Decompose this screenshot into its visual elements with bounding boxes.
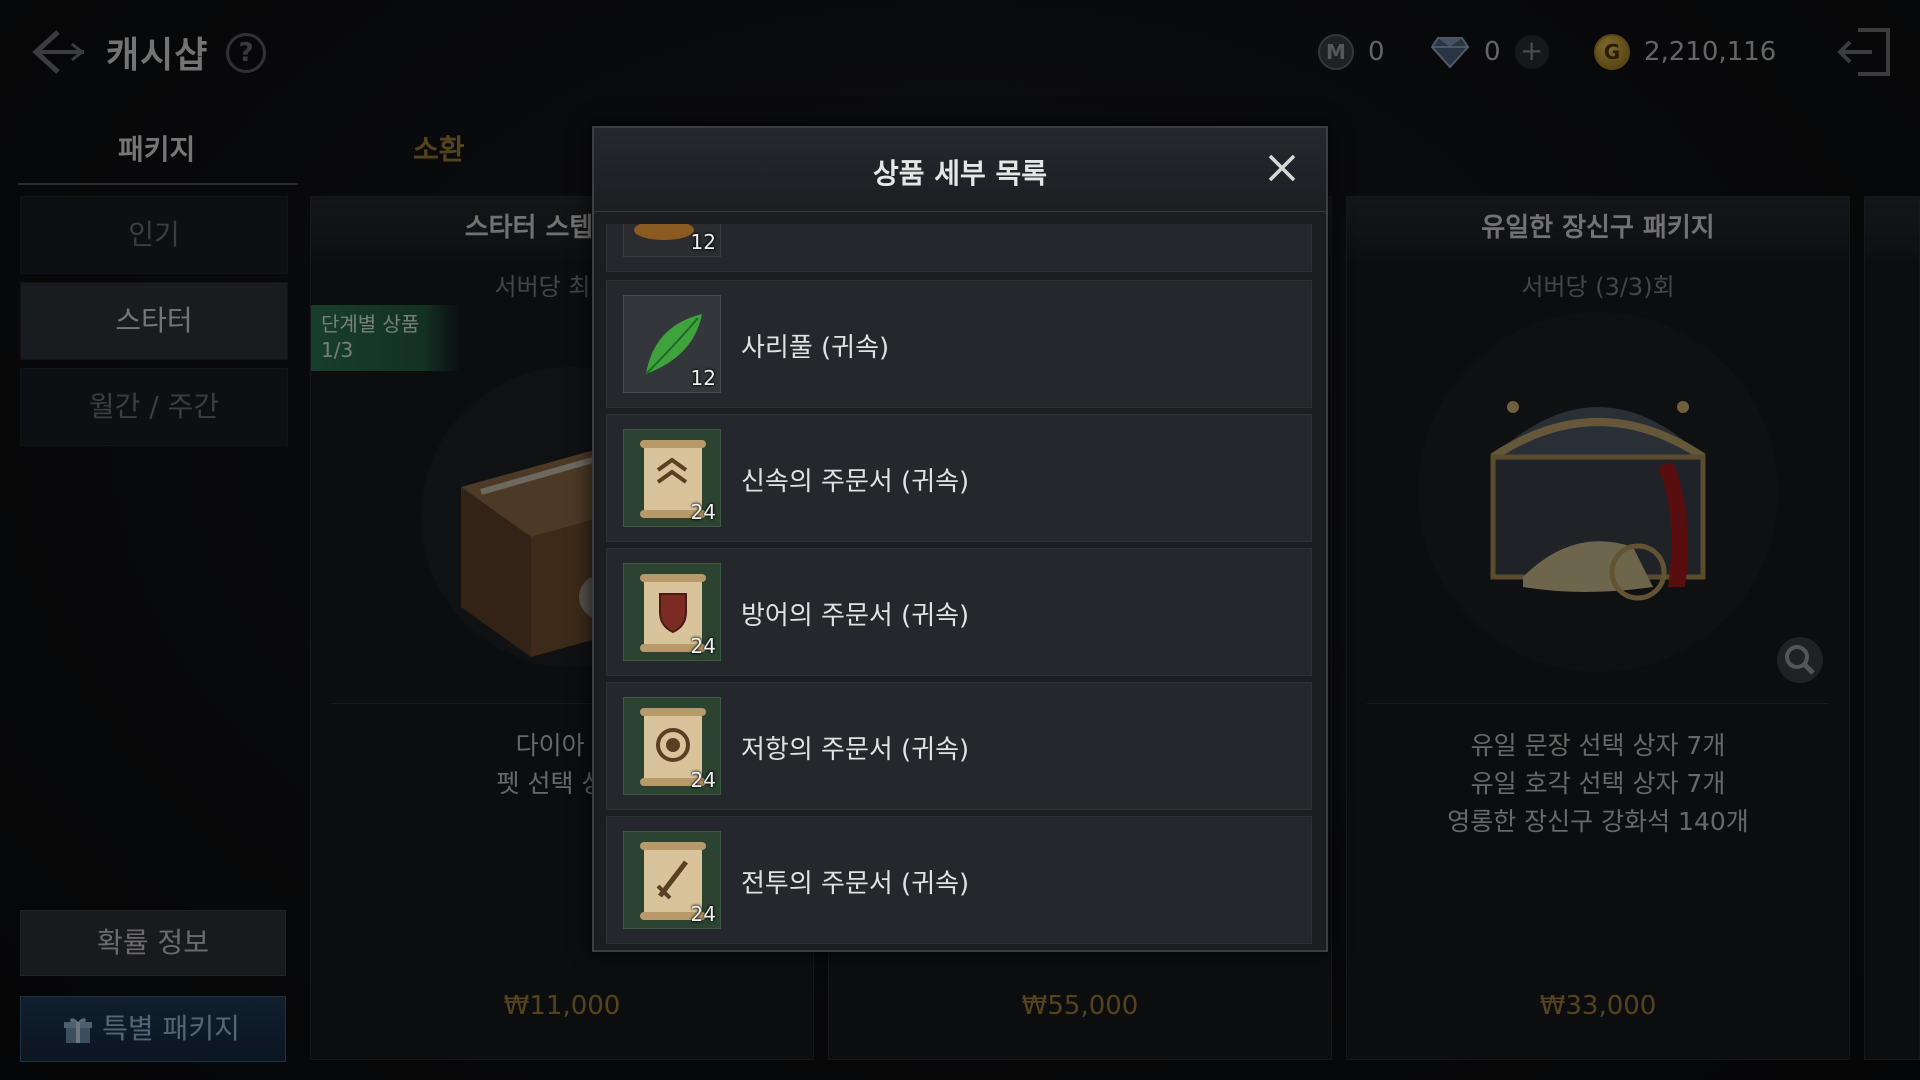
item-count: 24 xyxy=(690,902,716,926)
item-count: 24 xyxy=(690,500,716,524)
item-count: 12 xyxy=(690,366,716,390)
item-count: 24 xyxy=(690,768,716,792)
list-item: 24 방어의 주문서 (귀속) xyxy=(606,548,1312,676)
leaf-icon: 12 xyxy=(623,295,721,393)
list-item: 12 xyxy=(606,224,1312,272)
item-name: 저항의 주문서 (귀속) xyxy=(741,735,970,765)
modal-header: 상품 세부 목록 xyxy=(594,128,1326,212)
scroll-shield-icon: 24 xyxy=(623,563,721,661)
item-name: 방어의 주문서 (귀속) xyxy=(741,601,970,631)
list-item: 24 신속의 주문서 (귀속) xyxy=(606,414,1312,542)
item-name: 사리풀 (귀속) xyxy=(741,333,890,363)
scroll-sword-icon: 24 xyxy=(623,831,721,929)
scroll-skull-icon: 24 xyxy=(623,697,721,795)
item-list[interactable]: 12 12 사리풀 (귀속) 24 신속의 주문서 (귀속) 24 방어의 주문… xyxy=(606,224,1314,944)
scroll-haste-icon: 24 xyxy=(623,429,721,527)
list-item: 12 사리풀 (귀속) xyxy=(606,280,1312,408)
close-icon xyxy=(1268,154,1296,182)
item-count: 12 xyxy=(690,230,716,254)
product-detail-modal: 상품 세부 목록 12 12 사리풀 (귀속) 24 신속의 주문서 (귀속) … xyxy=(592,126,1328,952)
item-name: 전투의 주문서 (귀속) xyxy=(741,869,970,899)
item-name: 신속의 주문서 (귀속) xyxy=(741,467,970,497)
list-item: 24 전투의 주문서 (귀속) xyxy=(606,816,1312,944)
partial-item-icon: 12 xyxy=(623,224,721,257)
item-count: 24 xyxy=(690,634,716,658)
close-button[interactable] xyxy=(1262,148,1302,188)
list-item: 24 저항의 주문서 (귀속) xyxy=(606,682,1312,810)
modal-title: 상품 세부 목록 xyxy=(872,157,1048,190)
